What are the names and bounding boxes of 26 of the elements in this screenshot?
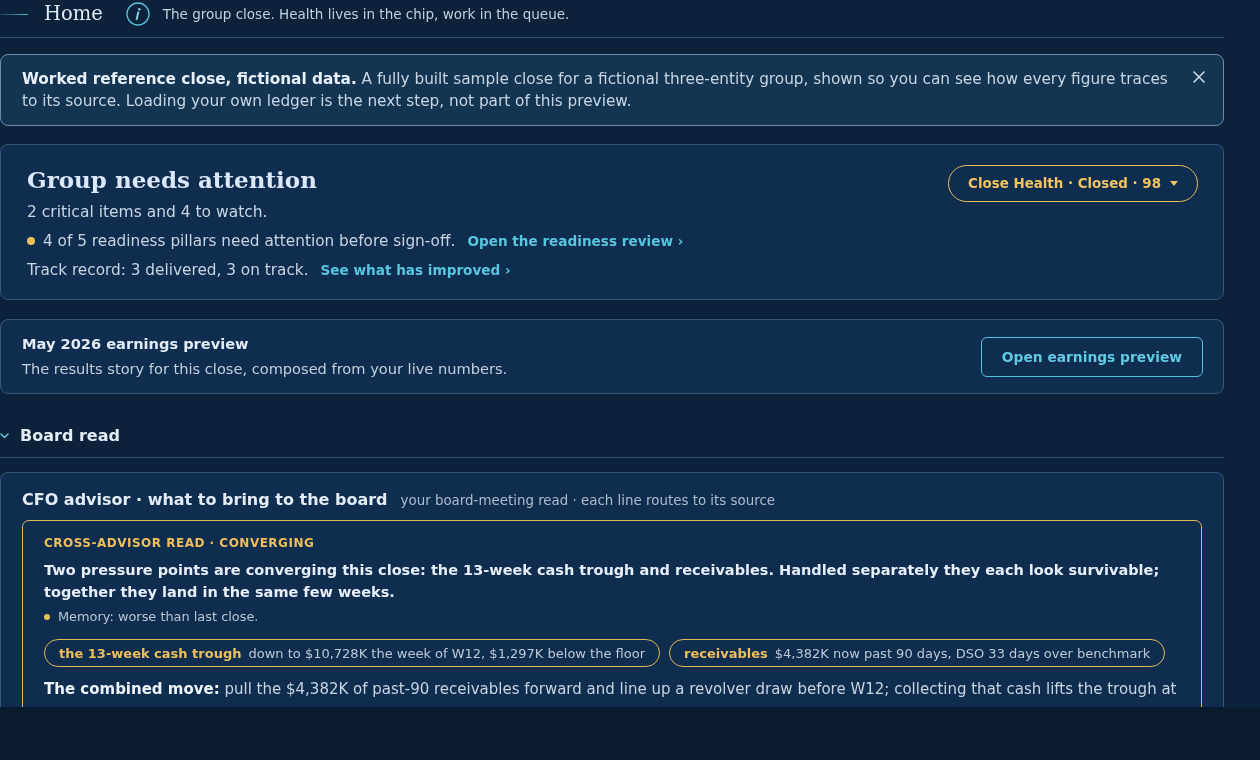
inline-link[interactable]: Open the readiness review › xyxy=(467,230,684,252)
memory-note: Memory: worse than last close. xyxy=(58,608,259,626)
advisor-subtitle: your board-meeting read · each line routes to its source xyxy=(400,493,775,508)
status-line-text: Track record: 3 delivered, 3 on track. xyxy=(27,260,309,281)
earnings-description: The results story for this close, composed from your live numbers. xyxy=(22,359,508,379)
status-title: Group needs attention xyxy=(27,165,318,195)
advisor-title: CFO advisor · what to bring to the board xyxy=(22,489,388,511)
combined-move-text: The combined move: pull the $4,382K of past-90 receivables forward and line up a revolver draw before W12; collecting that cash lifts the trough at xyxy=(44,679,1178,700)
status-summary: 2 critical items and 4 to watch. xyxy=(27,202,269,223)
read-eyebrow: CROSS-ADVISOR READ · CONVERGING xyxy=(44,535,316,551)
read-headline: Two pressure points are converging this close: the 13-week cash trough and receivables. Handled separately they each look survivable; together they land in the same few weeks. xyxy=(44,561,1161,602)
accent-line xyxy=(0,13,28,15)
earnings-button[interactable]: Open earnings preview xyxy=(980,336,1203,377)
bullet-dot-icon xyxy=(44,614,50,620)
info-icon[interactable] xyxy=(125,2,150,26)
section-title: Board read xyxy=(20,425,120,447)
inline-link[interactable]: See what has improved › xyxy=(320,259,511,281)
notice-text: Worked reference close, fictional data. A fully built sample close for a fictional three-entity group, shown so you can see how every figure traces to its source. Loading your own ledger is the next step, not part of this preview. xyxy=(22,69,1169,112)
caret-icon xyxy=(1170,181,1178,186)
bullet-dot-icon xyxy=(27,237,35,245)
earnings-title: May 2026 earnings preview xyxy=(22,334,250,354)
chevron-icon[interactable] xyxy=(0,433,9,439)
status-line-text: 4 of 5 readiness pillars need attention before sign-off. xyxy=(43,231,456,252)
page-title: Home xyxy=(44,1,103,27)
close-icon[interactable] xyxy=(1193,71,1205,83)
page-subtitle: The group close. Health lives in the chip, work in the queue. xyxy=(162,6,570,22)
